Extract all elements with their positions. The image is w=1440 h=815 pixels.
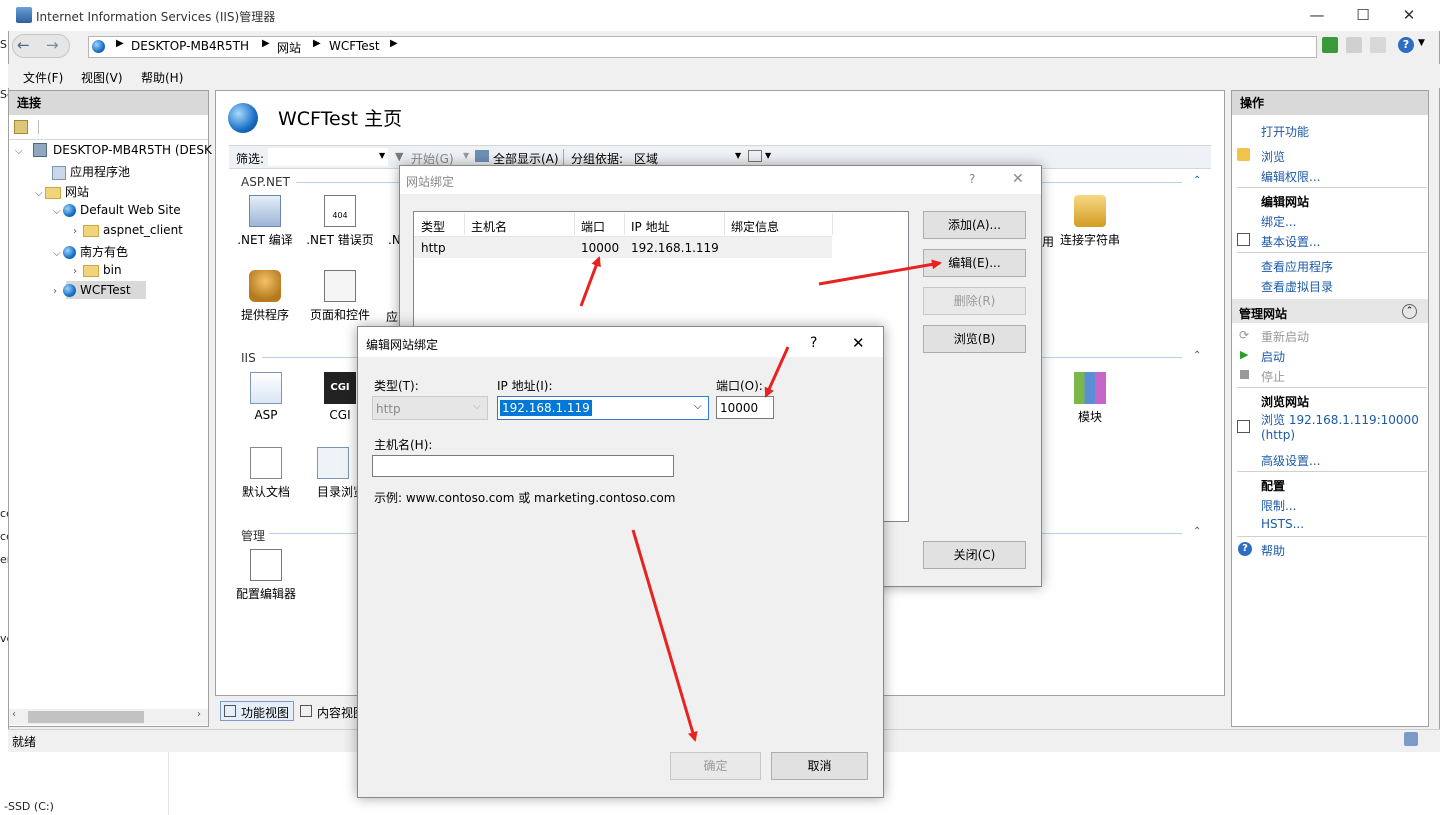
annotation-arrow-ok-button	[631, 529, 698, 742]
annotation-arrow-port-cell	[579, 256, 601, 307]
annotation-arrow-edit-button	[818, 259, 942, 286]
annotation-arrow-port-input	[764, 346, 790, 398]
annotation-arrows	[579, 256, 942, 742]
